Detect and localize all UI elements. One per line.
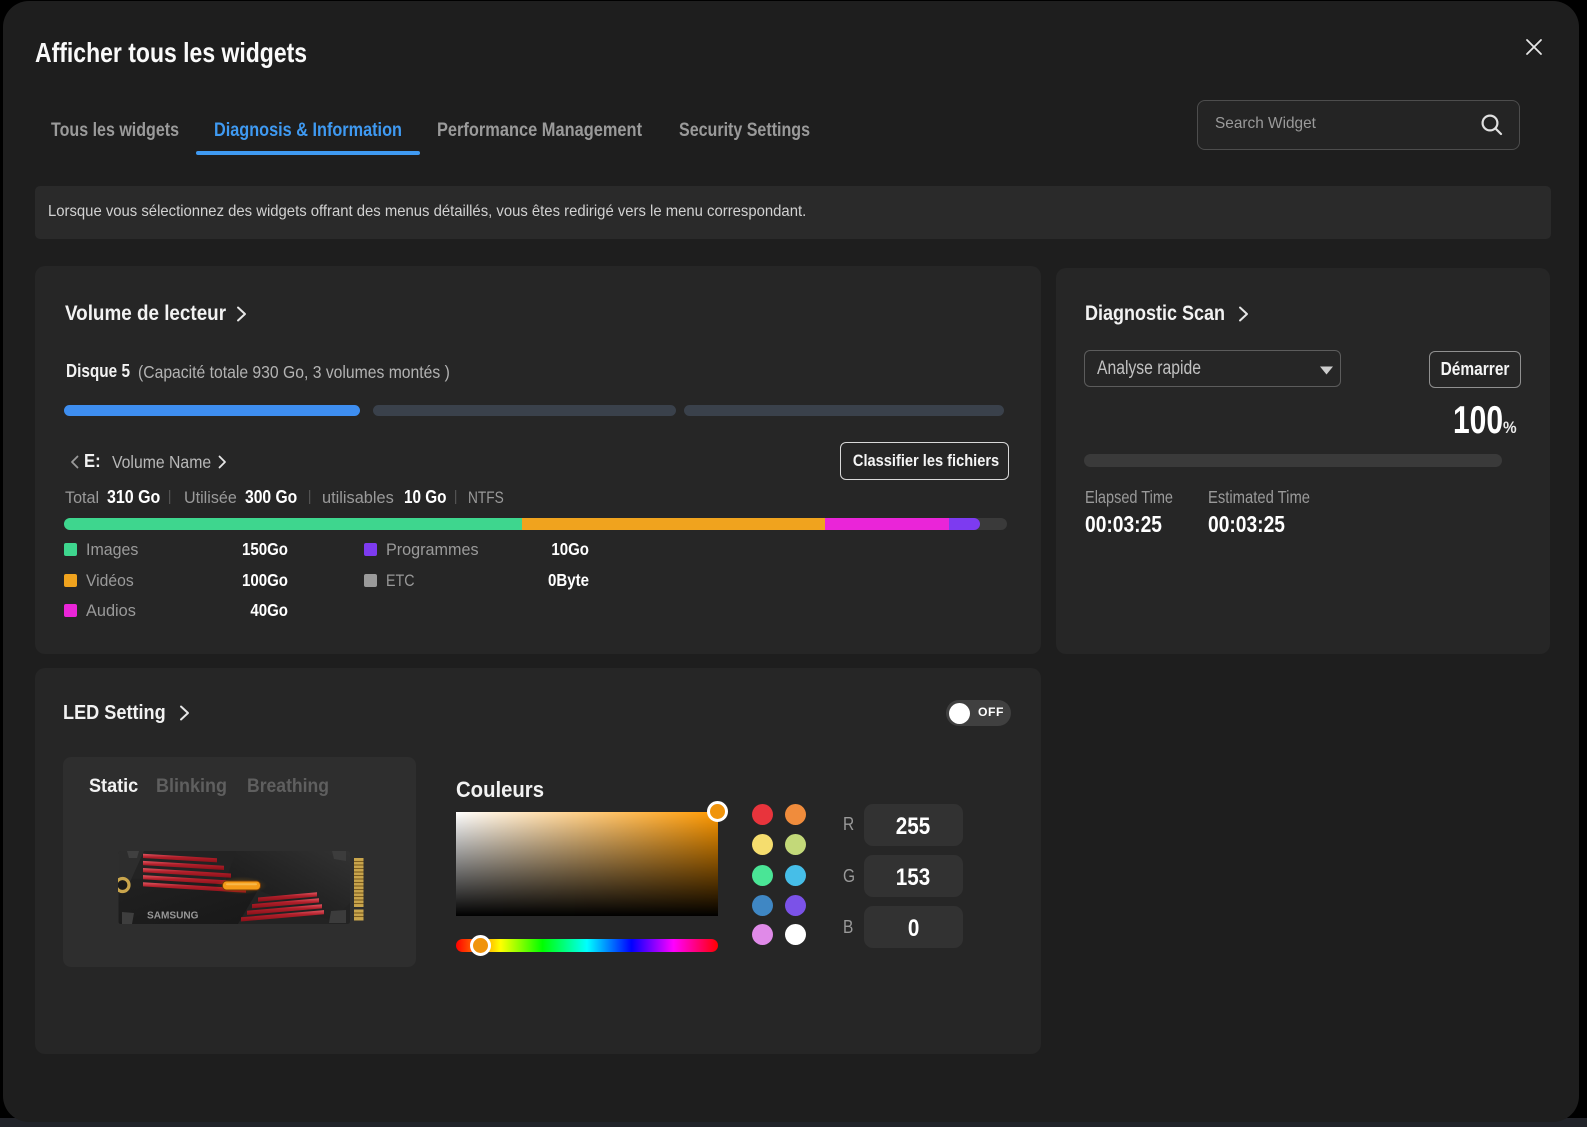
svg-text:SAMSUNG: SAMSUNG	[147, 911, 199, 922]
